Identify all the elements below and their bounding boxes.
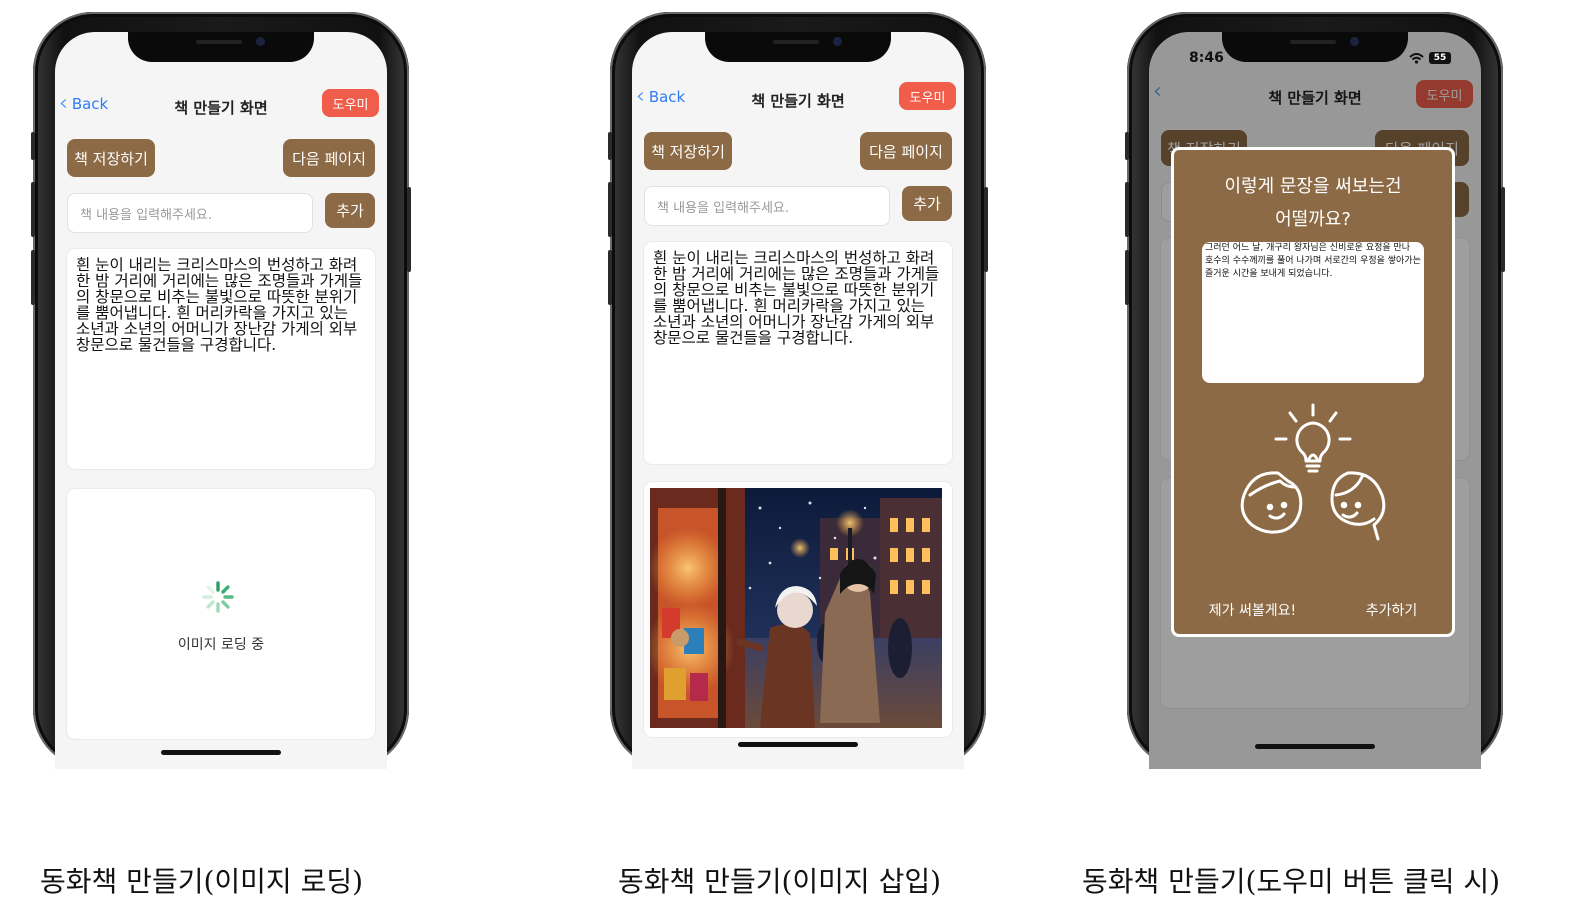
helper-button[interactable]: 도우미 — [322, 89, 379, 117]
dialog-title-line1: 이렇게 문장을 써보는건 — [1224, 176, 1402, 197]
content-input[interactable]: 책 내용을 입력해주세요. — [67, 193, 313, 233]
loading-spinner-icon — [202, 581, 234, 613]
helper-button[interactable]: 도우미 — [899, 82, 956, 110]
add-button[interactable]: 추가 — [902, 186, 952, 221]
home-indicator[interactable] — [1255, 744, 1375, 749]
next-page-button[interactable]: 다음 페이지 — [283, 139, 375, 177]
mute-switch — [608, 132, 612, 160]
home-indicator[interactable] — [161, 750, 281, 755]
caption-image-inserted: 동화책 만들기(이미지 삽입) — [618, 865, 942, 898]
power-button — [407, 187, 411, 272]
caption-helper-click: 동화책 만들기(도우미 버튼 클릭 시) — [1082, 865, 1501, 898]
front-camera-icon — [256, 37, 265, 46]
volume-down-button — [1125, 250, 1129, 305]
mute-switch — [1125, 132, 1129, 160]
phone-image-inserted: ‹ Back 책 만들기 화면 도우미 책 저장하기 다음 페이지 책 내용을 … — [608, 12, 988, 769]
dialog-title: 이렇게 문장을 써보는건 어떨까요? — [1174, 170, 1452, 236]
nav-bar: ‹ Back 책 만들기 화면 도우미 — [632, 80, 964, 114]
volume-up-button — [1125, 182, 1129, 237]
notch — [128, 32, 314, 62]
add-button[interactable]: 추가 — [325, 193, 375, 228]
volume-up-button — [31, 182, 35, 237]
home-indicator[interactable] — [738, 742, 858, 747]
nav-bar: ‹ Back 책 만들기 화면 도우미 — [55, 87, 387, 121]
generated-illustration — [650, 488, 942, 728]
volume-down-button — [608, 250, 612, 305]
phone-helper-dialog: 8:46 55 ‹ 책 만들기 화면 도우미 책 저장하기 다음 페이지 — [1125, 12, 1505, 769]
save-book-button[interactable]: 책 저장하기 — [644, 132, 732, 170]
screen: ‹ Back 책 만들기 화면 도우미 책 저장하기 다음 페이지 책 내용을 … — [632, 32, 964, 769]
suggestion-text[interactable]: 그러던 어느 날, 개구리 왕자님은 신비로운 요정을 만나 호수의 수수께끼를… — [1202, 242, 1424, 383]
helper-dialog: 이렇게 문장을 써보는건 어떨까요? 그러던 어느 날, 개구리 왕자님은 신비… — [1171, 147, 1455, 637]
volume-down-button — [31, 250, 35, 305]
save-book-button[interactable]: 책 저장하기 — [67, 139, 155, 177]
power-button — [1501, 187, 1505, 272]
status-icons: 55 — [1409, 52, 1451, 64]
next-page-button[interactable]: 다음 페이지 — [860, 132, 952, 170]
add-suggestion-button[interactable]: 추가하기 — [1366, 600, 1418, 620]
wifi-icon — [1409, 52, 1424, 64]
caption-image-loading: 동화책 만들기(이미지 로딩) — [40, 865, 364, 898]
lightbulb-idea-icon — [1240, 403, 1386, 541]
front-camera-icon — [833, 37, 842, 46]
notch — [1222, 32, 1408, 62]
screen: 8:46 55 ‹ 책 만들기 화면 도우미 책 저장하기 다음 페이지 — [1149, 32, 1481, 769]
story-text-area[interactable]: 흰 눈이 내리는 크리스마스의 번성하고 화려한 밤 거리에 거리에는 많은 조… — [67, 249, 375, 469]
screen: ‹ Back 책 만들기 화면 도우미 책 저장하기 다음 페이지 책 내용을 … — [55, 32, 387, 769]
dialog-title-line2: 어떨까요? — [1275, 209, 1351, 230]
power-button — [984, 187, 988, 272]
loading-label: 이미지 로딩 중 — [177, 637, 265, 653]
image-card — [644, 482, 952, 737]
front-camera-icon — [1350, 37, 1359, 46]
status-time: 8:46 — [1189, 50, 1224, 66]
battery-icon: 55 — [1429, 52, 1451, 64]
battery-level: 55 — [1433, 53, 1447, 63]
phone-image-loading: ‹ Back 책 만들기 화면 도우미 책 저장하기 다음 페이지 책 내용을 … — [31, 12, 411, 769]
notch — [705, 32, 891, 62]
volume-up-button — [608, 182, 612, 237]
write-myself-button[interactable]: 제가 써볼게요! — [1209, 600, 1296, 620]
content-input[interactable]: 책 내용을 입력해주세요. — [644, 186, 890, 226]
mute-switch — [31, 132, 35, 160]
dialog-actions: 제가 써볼게요! 추가하기 — [1174, 600, 1452, 620]
story-text-area[interactable]: 흰 눈이 내리는 크리스마스의 번성하고 화려한 밤 거리에 거리에는 많은 조… — [644, 242, 952, 464]
image-card — [67, 489, 375, 739]
